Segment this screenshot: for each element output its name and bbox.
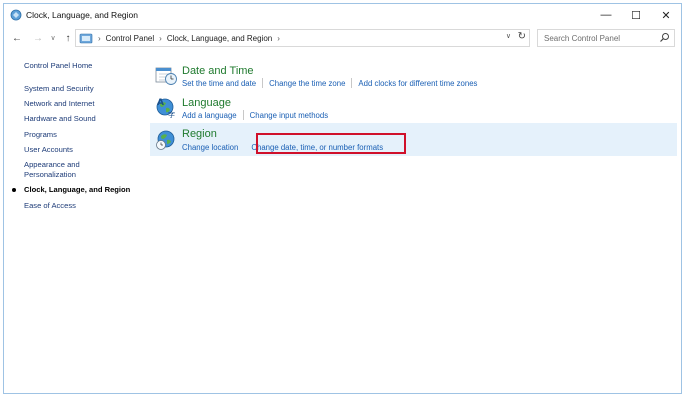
window-title: Clock, Language, and Region: [26, 10, 138, 20]
control-panel-window: Clock, Language, and Region — ☐ ✕ ← → ∨ …: [3, 3, 682, 394]
current-item-bullet-icon: [12, 188, 16, 192]
language-globe-icon: A 字: [156, 98, 175, 119]
change-input-methods-link[interactable]: Change input methods: [250, 111, 328, 120]
clock-calendar-icon: [155, 67, 177, 85]
search-placeholder: Search Control Panel: [544, 34, 621, 43]
region-title[interactable]: Region: [182, 128, 217, 140]
search-icon: [660, 33, 669, 42]
link-divider: [244, 142, 245, 152]
minimize-button[interactable]: —: [590, 4, 622, 26]
category-region[interactable]: Region Change location Change date, time…: [150, 123, 677, 156]
search-box[interactable]: Search Control Panel: [537, 29, 675, 47]
date-time-links: Set the time and date Change the time zo…: [182, 78, 477, 88]
breadcrumb-separator: ›: [98, 33, 101, 43]
category-date-time: Date and Time Set the time and date Chan…: [150, 58, 677, 90]
breadcrumb-clock-language-region[interactable]: Clock, Language, and Region: [167, 34, 272, 43]
breadcrumb-separator: ›: [159, 33, 162, 43]
category-language: A 字 Language Add a language Change input…: [150, 90, 677, 122]
refresh-icon[interactable]: ↻: [518, 31, 526, 42]
address-dropdown-icon[interactable]: ∨: [506, 32, 511, 40]
maximize-icon: ☐: [631, 9, 641, 22]
control-panel-home-link[interactable]: Control Panel Home: [24, 61, 92, 71]
sidebar-item-user-accounts[interactable]: User Accounts: [24, 145, 73, 155]
control-panel-app-icon: [10, 9, 22, 21]
close-button[interactable]: ✕: [650, 4, 682, 26]
sidebar-item-programs[interactable]: Programs: [24, 130, 57, 140]
address-bar[interactable]: › Control Panel › Clock, Language, and R…: [75, 29, 530, 47]
minimize-icon: —: [600, 9, 612, 21]
sidebar-item-label: Personalization: [24, 170, 76, 179]
red-highlight-box: [256, 133, 406, 154]
sidebar-item-hardware-sound[interactable]: Hardware and Sound: [24, 114, 96, 124]
date-time-title[interactable]: Date and Time: [182, 65, 254, 77]
forward-button[interactable]: →: [31, 31, 45, 45]
up-arrow-icon: ↑: [65, 32, 71, 44]
forward-arrow-icon: →: [33, 32, 43, 44]
change-location-link[interactable]: Change location: [182, 143, 238, 152]
up-button[interactable]: ↑: [61, 31, 75, 45]
region-globe-clock-icon: [156, 130, 175, 150]
set-time-date-link[interactable]: Set the time and date: [182, 79, 256, 88]
breadcrumb-control-panel[interactable]: Control Panel: [106, 34, 154, 43]
svg-text:A: A: [157, 98, 164, 108]
svg-text:字: 字: [168, 110, 175, 119]
back-arrow-icon: ←: [12, 32, 22, 44]
chevron-down-icon: ∨: [50, 35, 56, 42]
sidebar-item-ease-of-access[interactable]: Ease of Access: [24, 201, 76, 211]
sidebar-item-network-internet[interactable]: Network and Internet: [24, 99, 95, 109]
link-divider: [262, 78, 264, 88]
link-divider: [351, 78, 353, 88]
sidebar-item-label: Appearance and: [24, 160, 80, 169]
close-icon: ✕: [661, 9, 671, 22]
add-clocks-link[interactable]: Add clocks for different time zones: [358, 79, 477, 88]
back-button[interactable]: ←: [10, 31, 24, 45]
sidebar-item-system-security[interactable]: System and Security: [24, 84, 94, 94]
sidebar-item-appearance-personalization[interactable]: Appearance and Personalization: [24, 160, 80, 180]
link-divider: [242, 110, 244, 120]
change-time-zone-link[interactable]: Change the time zone: [269, 79, 345, 88]
navigation-bar: ← → ∨ ↑ › Control Panel › Clock, Languag…: [4, 26, 681, 50]
recent-locations-button[interactable]: ∨: [46, 31, 60, 45]
sidebar-item-label: Clock, Language, and Region: [24, 185, 131, 194]
language-title[interactable]: Language: [182, 97, 231, 109]
maximize-button[interactable]: ☐: [620, 4, 652, 26]
add-language-link[interactable]: Add a language: [182, 111, 237, 120]
title-bar: Clock, Language, and Region — ☐ ✕: [4, 4, 681, 26]
control-panel-location-icon: [79, 33, 93, 44]
language-links: Add a language Change input methods: [182, 110, 328, 120]
sidebar-item-clock-language-region[interactable]: Clock, Language, and Region: [12, 185, 131, 195]
breadcrumb-separator: ›: [277, 33, 280, 43]
